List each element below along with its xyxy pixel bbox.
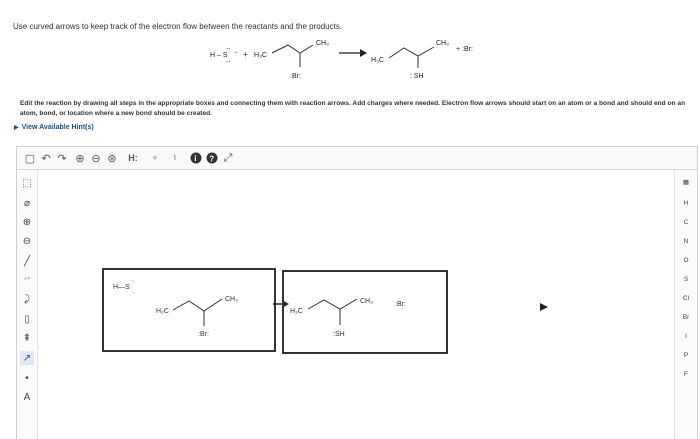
element-c[interactable]: C — [675, 219, 697, 226]
h3c-label-2: H₃C — [290, 308, 303, 315]
bromide-product: + :Br: — [456, 46, 473, 53]
element-palette: ▦ H C N O S Cl Br I P F — [674, 170, 697, 439]
left-tool-palette: ⬚ ⌀ ⊕ ⊖ ╱ ᐟᐟ ⤸ ▯ ⇞ ↗ • A — [17, 170, 38, 439]
svg-text:CH₃: CH₃ — [436, 40, 449, 47]
help-icon[interactable]: ? — [205, 150, 219, 166]
reactant-box[interactable]: H—S ⋅⋅ ⋅⋅ H₃C CH₃ :Br: — [102, 268, 276, 352]
template-icon[interactable]: ⌇ — [167, 150, 183, 166]
box-tool-icon[interactable]: ▯ — [20, 312, 34, 326]
product-box[interactable]: H₃C CH₃ :SH :Br: — [282, 270, 448, 354]
instruction-text: Use curved arrows to keep track of the e… — [13, 22, 343, 31]
svg-text:H₃C: H₃C — [254, 52, 267, 59]
svg-text:?: ? — [209, 154, 214, 163]
element-br[interactable]: Br — [675, 314, 697, 321]
hs-reactant: H – S — [210, 52, 228, 59]
text-tool-icon[interactable]: A — [20, 390, 34, 404]
document-icon[interactable]: ▢ — [23, 150, 37, 166]
element-h[interactable]: H — [675, 200, 697, 207]
hints-label: View Available Hint(s) — [21, 124, 94, 131]
add-negative-charge-icon[interactable]: ⊖ — [20, 234, 34, 248]
reaction-arrow-icon[interactable]: ↗ — [20, 351, 34, 365]
select-tool-icon[interactable]: ⬚ — [20, 176, 34, 190]
svg-text:i: i — [194, 154, 196, 163]
eraser-icon[interactable]: ⌀ — [20, 196, 34, 210]
svg-text:−: − — [234, 50, 238, 56]
add-positive-charge-icon[interactable]: ⊕ — [20, 215, 34, 229]
redo-icon[interactable]: ↷ — [55, 150, 69, 166]
element-s[interactable]: S — [675, 276, 697, 283]
view-hints-link[interactable]: ▶ View Available Hint(s) — [14, 124, 94, 131]
svg-text:⋅⋅: ⋅⋅ — [226, 59, 230, 66]
svg-text:CH₃: CH₃ — [316, 40, 329, 47]
ch3-label-1: CH₃ — [225, 296, 238, 303]
hs-reagent-label: H—S — [113, 284, 130, 291]
reaction-scheme: H – S ⋅⋅ ⋅⋅ − + H₃C CH₃ :Br: H₃C CH₃ : S… — [210, 40, 473, 80]
svg-text:H₃C: H₃C — [371, 57, 384, 64]
charge-arrow-icon[interactable]: ⇞ — [20, 331, 34, 345]
zoom-in-icon[interactable]: ⊕ — [73, 150, 87, 166]
edit-instructions: Edit the reaction by drawing all steps i… — [20, 100, 686, 117]
drawing-editor: ▢ ↶ ↷ ⊕ ⊖ ⊛ H: ✧ ⌇ i ? ⤢ ⬚ ⌀ ⊕ ⊖ ╱ ᐟᐟ ⤸ … — [16, 146, 698, 439]
expand-icon[interactable]: ⤢ — [221, 150, 235, 166]
editor-toolbar: ▢ ↶ ↷ ⊕ ⊖ ⊛ H: ✧ ⌇ i ? ⤢ — [17, 147, 697, 170]
thiol-group: : SH — [410, 73, 424, 80]
ch3-label-2: CH₃ — [360, 298, 373, 305]
single-bond-icon[interactable]: ╱ — [20, 254, 34, 268]
element-p[interactable]: P — [675, 352, 697, 359]
plus-sign: + — [243, 50, 248, 59]
br-label-1: :Br: — [198, 331, 209, 338]
info-icon[interactable]: i — [189, 150, 203, 166]
periodic-table-icon[interactable]: ▦ — [675, 178, 697, 186]
bromide-group: :Br: — [290, 73, 301, 80]
element-n[interactable]: N — [675, 238, 697, 245]
lone-pair-icon[interactable]: ᐟᐟ — [20, 273, 34, 287]
clean-icon[interactable]: ✧ — [147, 150, 163, 166]
svg-text:⋅⋅: ⋅⋅ — [226, 46, 230, 53]
hydrogen-toggle-button[interactable]: H: — [123, 150, 143, 166]
zoom-fit-icon[interactable]: ⊛ — [105, 150, 119, 166]
h3c-label-1: H₃C — [156, 308, 169, 315]
expand-triangle-icon: ▶ — [14, 125, 19, 131]
curved-arrow-icon[interactable]: ⤸ — [20, 292, 34, 306]
svg-text:⋅⋅: ⋅⋅ — [131, 290, 135, 296]
undo-icon[interactable]: ↶ — [39, 150, 53, 166]
dot-icon[interactable]: • — [20, 371, 34, 385]
sh-label: :SH — [333, 331, 345, 338]
element-f[interactable]: F — [675, 371, 697, 378]
element-o[interactable]: O — [675, 257, 697, 264]
zoom-out-icon[interactable]: ⊖ — [89, 150, 103, 166]
svg-text:⋅⋅: ⋅⋅ — [131, 278, 135, 284]
br-label-2: :Br: — [395, 301, 406, 308]
element-cl[interactable]: Cl — [675, 295, 697, 302]
mouse-cursor-icon — [540, 303, 548, 311]
element-i[interactable]: I — [675, 333, 697, 340]
